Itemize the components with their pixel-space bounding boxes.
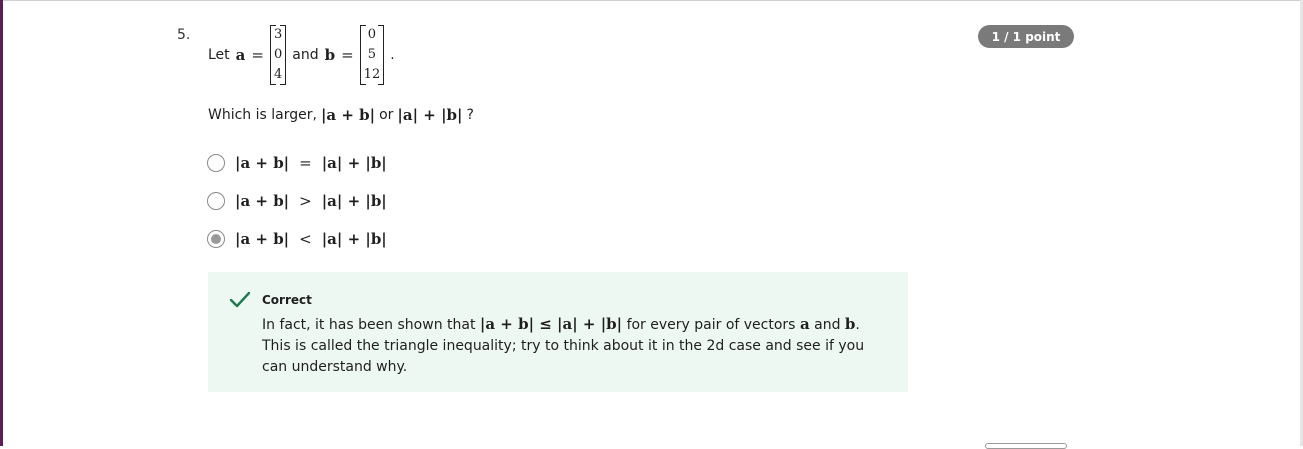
answer-options: |a + b| = |a| + |b| |a + b| > |a| + |b| …: [207, 144, 387, 258]
question-number: 5.: [177, 27, 191, 43]
stem-let: Let: [208, 47, 230, 63]
option-relation: =: [299, 154, 312, 172]
prompt-qmark: ?: [466, 107, 474, 123]
feedback-status: Correct: [262, 293, 312, 307]
stem-a-symbol: a: [235, 46, 246, 64]
vector-b-entry: 5: [367, 47, 377, 62]
radio-button[interactable]: [207, 154, 225, 172]
prompt-or: or: [379, 107, 394, 123]
option-rhs: |a| + |b|: [321, 154, 387, 172]
stem-and: and: [292, 47, 319, 63]
option-less[interactable]: |a + b| < |a| + |b|: [207, 220, 387, 258]
feedback-body: In fact, it has been shown that |a + b| …: [262, 314, 892, 378]
radio-button-selected[interactable]: [207, 230, 225, 248]
vector-b-entry: 0: [367, 27, 377, 42]
option-rhs: |a| + |b|: [321, 192, 387, 210]
option-greater[interactable]: |a + b| > |a| + |b|: [207, 182, 387, 220]
feedback-b: b: [844, 315, 856, 333]
feedback-intro: In fact, it has been shown that: [262, 317, 476, 333]
prompt-expr2: |a| + |b|: [397, 106, 463, 124]
option-relation: >: [299, 192, 312, 210]
feedback-inequality: |a + b| ≤ |a| + |b|: [479, 315, 623, 333]
feedback-panel: Correct In fact, it has been shown that …: [208, 272, 908, 392]
next-button-partial[interactable]: [985, 443, 1067, 449]
option-rhs: |a| + |b|: [321, 230, 387, 248]
option-lhs: |a + b|: [235, 230, 290, 248]
radio-button[interactable]: [207, 192, 225, 210]
option-lhs: |a + b|: [235, 154, 290, 172]
option-lhs: |a + b|: [235, 192, 290, 210]
stem-equals-2: =: [341, 46, 354, 64]
feedback-mid: for every pair of vectors: [626, 317, 796, 333]
question-stem: Let a = 3 0 4 and b = 0 5 12 .: [208, 24, 395, 86]
stem-b-symbol: b: [324, 46, 336, 64]
stem-period: .: [390, 47, 395, 63]
points-badge: 1 / 1 point: [978, 25, 1074, 48]
top-divider: [3, 0, 1300, 1]
checkmark-icon: [229, 291, 251, 313]
feedback-and: and: [814, 317, 841, 333]
prompt-text: Which is larger,: [208, 107, 317, 123]
question-prompt: Which is larger, |a + b| or |a| + |b| ?: [208, 106, 474, 124]
option-relation: <: [299, 230, 312, 248]
stem-equals: =: [251, 46, 264, 64]
prompt-expr1: |a + b|: [320, 106, 376, 124]
option-equal[interactable]: |a + b| = |a| + |b|: [207, 144, 387, 182]
left-accent-bar: [0, 0, 3, 446]
feedback-a: a: [799, 315, 810, 333]
vector-a-matrix: 3 0 4: [269, 25, 287, 85]
vector-b-matrix: 0 5 12: [359, 25, 385, 85]
